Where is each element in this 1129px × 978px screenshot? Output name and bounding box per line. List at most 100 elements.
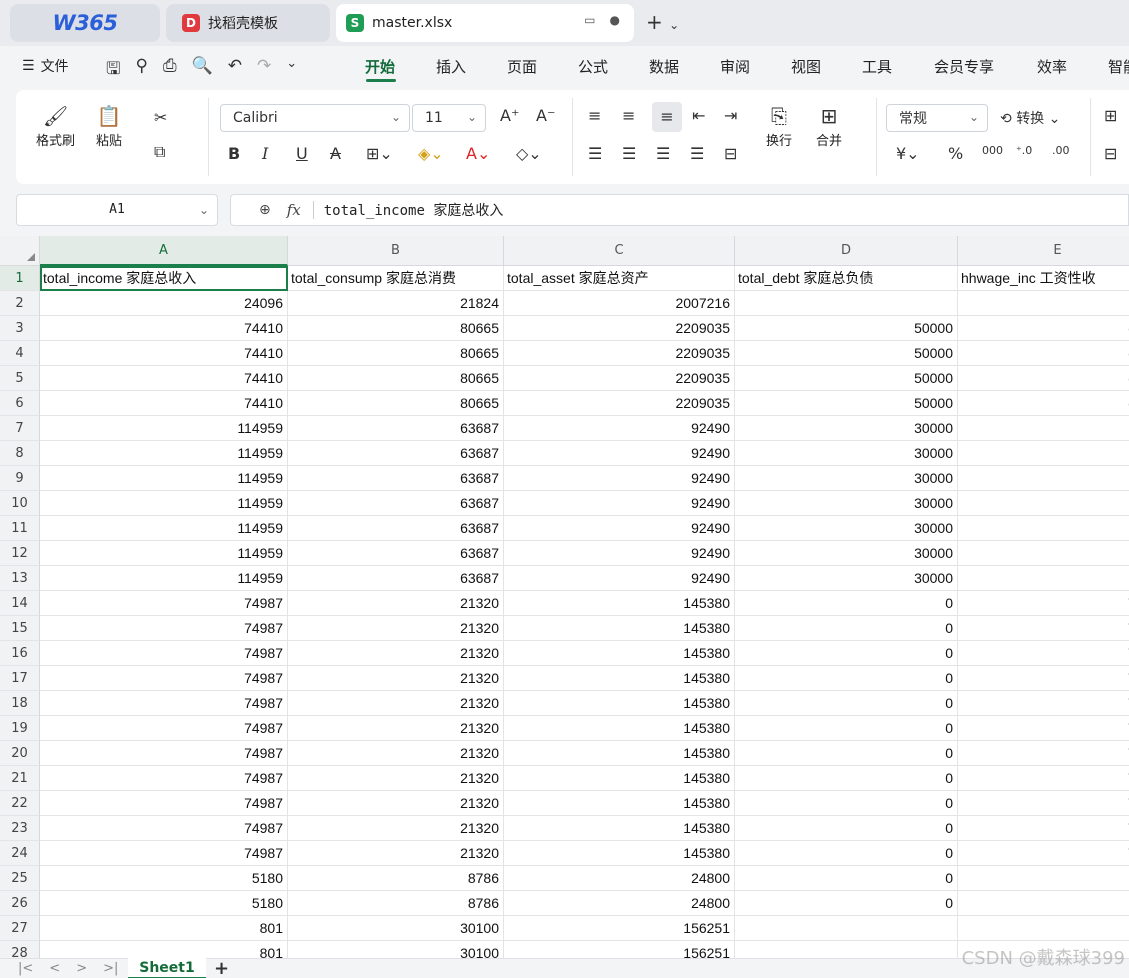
table-cell[interactable]: 114959 xyxy=(40,541,288,566)
new-tab-button[interactable]: + ⌄ xyxy=(646,10,679,34)
wrap-text-button[interactable]: ⎘ 换行 xyxy=(766,102,792,149)
column-header-b[interactable]: B xyxy=(288,236,504,266)
table-cell[interactable]: 0 xyxy=(735,741,958,766)
cut-icon[interactable]: ✂ xyxy=(154,108,167,127)
table-cell[interactable]: 24096 xyxy=(40,291,288,316)
row-header[interactable]: 1 xyxy=(0,266,40,291)
table-cell[interactable] xyxy=(958,891,1129,916)
table-cell[interactable]: 30000 xyxy=(735,416,958,441)
table-cell[interactable]: 114959 xyxy=(40,516,288,541)
row-header[interactable]: 17 xyxy=(0,666,40,691)
table-cell[interactable] xyxy=(735,291,958,316)
menu-tab-2[interactable]: 页面 xyxy=(507,56,537,77)
table-cell[interactable]: 74987 xyxy=(40,841,288,866)
table-cell[interactable]: 1( xyxy=(958,541,1129,566)
table-cell[interactable]: 7 xyxy=(958,691,1129,716)
table-cell[interactable]: 63687 xyxy=(288,441,504,466)
row-header[interactable]: 3 xyxy=(0,316,40,341)
table-cell[interactable]: ( xyxy=(958,316,1129,341)
table-cell[interactable]: 1( xyxy=(958,491,1129,516)
align-bottom-icon[interactable]: ≡ xyxy=(652,102,682,132)
table-cell[interactable]: 63687 xyxy=(288,566,504,591)
table-cell[interactable]: 114959 xyxy=(40,491,288,516)
menu-tab-1[interactable]: 插入 xyxy=(436,56,466,77)
table-cell[interactable]: 114959 xyxy=(40,466,288,491)
table-cell[interactable]: 7 xyxy=(958,666,1129,691)
table-cell[interactable]: 63687 xyxy=(288,491,504,516)
table-cell[interactable]: 92490 xyxy=(504,466,735,491)
table-cell[interactable]: 0 xyxy=(735,591,958,616)
table-cell[interactable]: 7 xyxy=(958,841,1129,866)
column-header-e[interactable]: E xyxy=(958,236,1129,266)
table-cell[interactable]: 30000 xyxy=(735,516,958,541)
file-tab-master[interactable]: S master.xlsx ▭ ● xyxy=(336,4,634,42)
table-cell[interactable]: 7 xyxy=(958,616,1129,641)
table-cell[interactable]: 1( xyxy=(958,466,1129,491)
table-cell[interactable]: 74410 xyxy=(40,316,288,341)
table-cell[interactable]: 1( xyxy=(958,516,1129,541)
table-cell[interactable]: 0 xyxy=(735,891,958,916)
fill-color-icon[interactable]: ◈⌄ xyxy=(418,144,444,163)
table-cell[interactable]: 74410 xyxy=(40,341,288,366)
table-cell[interactable]: 74987 xyxy=(40,666,288,691)
menu-tab-9[interactable]: 效率 xyxy=(1037,56,1067,77)
merge-button[interactable]: ⊞ 合并 xyxy=(816,102,842,149)
table-cell[interactable]: 74410 xyxy=(40,366,288,391)
table-cell[interactable]: 145380 xyxy=(504,816,735,841)
table-cell[interactable]: 21320 xyxy=(288,691,504,716)
table-cell[interactable]: 92490 xyxy=(504,516,735,541)
table-cell[interactable]: 7 xyxy=(958,816,1129,841)
menu-tab-3[interactable]: 公式 xyxy=(578,56,608,77)
table-cell[interactable]: 145380 xyxy=(504,766,735,791)
distribute-icon[interactable]: ⊟ xyxy=(724,144,737,163)
border-icon[interactable]: ⊞⌄ xyxy=(366,144,393,163)
table-cell[interactable]: 5180 xyxy=(40,891,288,916)
row-header[interactable]: 6 xyxy=(0,391,40,416)
table-cell[interactable]: 30000 xyxy=(735,566,958,591)
currency-icon[interactable]: ¥⌄ xyxy=(896,144,920,163)
table-cell[interactable]: 74987 xyxy=(40,591,288,616)
table-cell[interactable]: 30000 xyxy=(735,541,958,566)
table-cell[interactable]: 156251 xyxy=(504,941,735,958)
formula-input[interactable]: ⊕ fx total_income 家庭总收入 xyxy=(230,194,1129,226)
row-header[interactable]: 25 xyxy=(0,866,40,891)
font-size-select[interactable]: 11 ⌄ xyxy=(412,104,486,132)
table-cell[interactable]: 21320 xyxy=(288,616,504,641)
row-header[interactable]: 23 xyxy=(0,816,40,841)
column-header-c[interactable]: C xyxy=(504,236,735,266)
menu-tab-10[interactable]: 智能 xyxy=(1108,56,1129,77)
table-cell[interactable]: 21320 xyxy=(288,816,504,841)
table-cell[interactable]: ( xyxy=(958,391,1129,416)
table-cell[interactable]: 114959 xyxy=(40,566,288,591)
table-cell[interactable] xyxy=(958,291,1129,316)
row-header[interactable]: 9 xyxy=(0,466,40,491)
table-cell[interactable]: 63687 xyxy=(288,541,504,566)
menu-tab-6[interactable]: 视图 xyxy=(791,56,821,77)
undo-icon[interactable]: ↶ xyxy=(228,56,242,85)
column-header-a[interactable]: A xyxy=(40,236,288,266)
header-cell[interactable]: total_consump 家庭总消费 xyxy=(288,266,504,291)
table-cell[interactable]: 50000 xyxy=(735,366,958,391)
table-cell[interactable]: 80665 xyxy=(288,391,504,416)
print-icon[interactable]: ⎙ xyxy=(163,56,177,85)
next-sheet-icon[interactable]: > xyxy=(76,961,87,976)
conditional-format-icon[interactable]: ⊞ xyxy=(1104,106,1117,125)
save-icon[interactable]: 🖫 xyxy=(106,56,120,85)
italic-icon[interactable]: I xyxy=(262,144,268,163)
table-cell[interactable]: 8786 xyxy=(288,891,504,916)
table-cell[interactable]: 74410 xyxy=(40,391,288,416)
table-cell[interactable]: 50000 xyxy=(735,316,958,341)
row-header[interactable]: 11 xyxy=(0,516,40,541)
print-preview-icon[interactable]: 🔍 xyxy=(192,56,213,85)
table-cell[interactable]: 24800 xyxy=(504,891,735,916)
indent-increase-icon[interactable]: ⇥ xyxy=(724,106,737,125)
unsaved-dot-icon[interactable]: ● xyxy=(610,13,620,27)
format-painter-button[interactable]: 🖌 格式刷 xyxy=(36,102,75,149)
table-cell[interactable]: 21320 xyxy=(288,591,504,616)
menu-tab-8[interactable]: 会员专享 xyxy=(934,56,994,77)
table-cell[interactable]: 74987 xyxy=(40,741,288,766)
prev-sheet-icon[interactable]: < xyxy=(49,961,60,976)
table-cell[interactable]: 92490 xyxy=(504,541,735,566)
table-cell[interactable]: 63687 xyxy=(288,416,504,441)
more-chevron-icon[interactable]: ⌄ xyxy=(286,56,297,85)
